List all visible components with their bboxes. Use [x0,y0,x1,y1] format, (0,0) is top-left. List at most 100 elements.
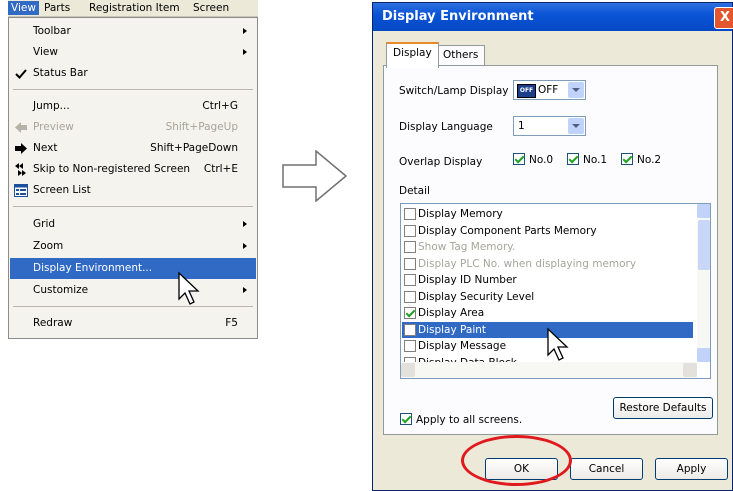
vertical-scrollbar[interactable] [697,204,710,362]
cancel-button[interactable]: Cancel [570,458,643,480]
menu-item-zoom[interactable]: Zoom [10,236,256,257]
left-arrow-icon [15,122,27,133]
shortcut-label: Ctrl+G [202,100,238,112]
list-item-label: Display Paint [418,323,487,336]
menu-item-customize[interactable]: Customize [10,280,256,301]
tab-others[interactable]: Others [436,45,486,66]
list-item[interactable]: Display Memory [402,206,693,222]
list-item-label: Display Memory [418,208,503,220]
switch-lamp-off-icon: OFF [517,84,536,98]
restore-defaults-button[interactable]: Restore Defaults [613,397,713,419]
scroll-down-icon[interactable] [697,348,710,362]
display-language-label: Display Language [399,121,493,133]
menu-item-label: Display Environment... [33,262,153,274]
menu-item-label: View [33,46,58,58]
submenu-arrow-icon [243,243,247,249]
menu-screen-settings[interactable]: Screen Setti [190,1,258,28]
submenu-arrow-icon [243,287,247,293]
screen-list-icon [14,184,28,197]
dialog-titlebar[interactable]: Display Environment X [373,3,733,31]
menu-item-status-bar[interactable]: Status Bar [10,63,256,84]
menu-item-label: Skip to Non-registered Screen [33,163,191,175]
apply-button[interactable]: Apply [655,458,728,480]
list-item-checkbox[interactable] [404,224,416,237]
menu-item-label: Grid [33,218,56,230]
scroll-left-icon[interactable] [401,363,415,377]
list-item: Show Tag Memory. [402,239,693,255]
menu-separator [13,89,253,90]
switch-lamp-select[interactable]: OFF OFF [513,80,586,100]
list-item-checkbox[interactable] [404,340,416,352]
menu-item-screen-list[interactable]: Screen List [10,180,256,201]
list-item-checkbox [404,257,416,270]
apply-all-checkbox[interactable] [400,413,412,425]
menu-parts[interactable]: Parts [41,1,73,15]
overlap-no1-label: No.1 [583,154,608,166]
menu-view[interactable]: View [8,1,39,15]
menu-item-label: Status Bar [33,67,88,79]
menu-item-display-environment[interactable]: Display Environment... [10,258,256,279]
menu-item-label: Customize [33,284,89,296]
list-item[interactable]: Display ID Number [402,272,693,288]
shortcut-label: F5 [225,317,238,329]
menu-item-next[interactable]: Next Shift+PageDown [10,138,256,159]
shortcut-label: Shift+PageDown [150,142,238,154]
scroll-thumb[interactable] [698,220,710,270]
detail-label: Detail [399,185,430,197]
overlap-no2-checkbox[interactable] [621,153,633,165]
menu-item-label: Preview [33,121,74,133]
view-menu-dropdown: Toolbar View Status Bar Jump... Ctrl+G P… [8,17,258,339]
menu-item-grid[interactable]: Grid [10,214,256,235]
scroll-up-icon[interactable] [697,204,710,218]
list-item[interactable]: Display Security Level [402,289,693,305]
tab-display[interactable]: Display [386,42,439,68]
menu-item-toolbar[interactable]: Toolbar [10,21,256,42]
menu-item-label: Toolbar [33,25,71,37]
submenu-arrow-icon [243,221,247,227]
list-item-checkbox[interactable] [404,208,416,220]
menu-item-label: Zoom [33,240,64,252]
overlap-no0-label: No.0 [529,154,554,166]
list-item-label: Display ID Number [418,274,517,286]
display-environment-dialog: Display Environment X Display Others Swi… [372,2,733,491]
display-language-select[interactable]: 1 [513,116,586,136]
list-item-checkbox[interactable] [404,274,416,286]
overlap-no2-label: No.2 [637,154,662,166]
menu-item-view[interactable]: View [10,42,256,63]
chevron-down-icon[interactable] [568,118,584,134]
overlap-no0-checkbox[interactable] [513,153,525,165]
menu-separator [13,306,253,307]
display-language-value: 1 [518,120,525,132]
list-item-label: Display Message [418,340,507,352]
right-arrow-icon [15,143,27,154]
shortcut-label: Shift+PageUp [165,121,238,133]
apply-all-label: Apply to all screens. [416,414,523,426]
chevron-down-icon[interactable] [568,82,584,98]
list-item-checkbox [404,241,416,253]
list-item-label: Display Security Level [418,290,535,303]
list-item-checkbox[interactable] [404,307,416,319]
menu-item-skip[interactable]: Skip to Non-registered Screen Ctrl+E [10,159,256,180]
menu-item-redraw[interactable]: Redraw F5 [10,313,256,334]
list-item-label: Display PLC No. when displaying memory [418,257,637,270]
menu-separator [13,206,253,207]
menu-registration-item[interactable]: Registration Item [86,1,183,15]
switch-lamp-label: Switch/Lamp Display [399,85,509,97]
list-item-checkbox[interactable] [404,323,416,336]
submenu-arrow-icon [243,28,247,34]
list-item[interactable]: Display Component Parts Memory [402,223,693,239]
list-item-label: Display Area [418,307,485,319]
scroll-right-icon[interactable] [683,363,697,377]
list-item-checkbox[interactable] [404,290,416,303]
overlap-no1-checkbox[interactable] [567,153,579,165]
switch-lamp-value: OFF [538,84,559,96]
list-item[interactable]: Display Area [402,305,693,321]
menubar: View Parts Registration Item Screen Sett… [8,0,258,28]
mouse-pointer-icon [547,327,569,361]
shortcut-label: Ctrl+E [203,163,238,175]
menu-item-jump[interactable]: Jump... Ctrl+G [10,96,256,117]
skip-icon [15,163,26,176]
ok-highlight-circle [461,435,572,486]
menu-item-label: Jump... [33,100,70,112]
close-button[interactable]: X [714,7,733,29]
